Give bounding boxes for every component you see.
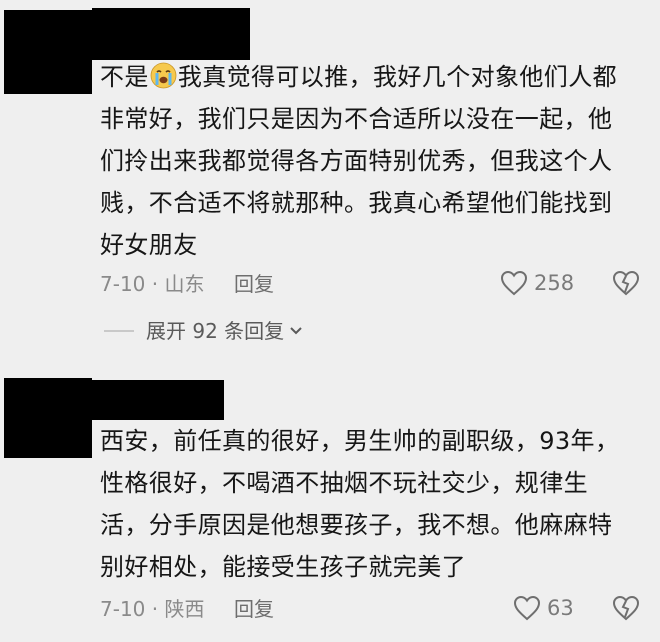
comment-line: 不是 我真觉得可以推，我好几个对象他们人都 [100,56,648,98]
comment-line: 别好相处，能接受生孩子就完美了 [100,553,466,581]
like-count: 63 [547,596,574,620]
crying-face-emoji [150,60,177,89]
like-count: 258 [534,271,575,295]
comment-text: 不是 我真觉得可以推，我好几个对象他们人都 非常好，我们只是因为不合适所以没在一… [100,56,648,266]
comment-line: 非常好，我们只是因为不合适所以没在一起，他 [100,105,613,133]
comment-date: 7-10 [100,597,146,621]
comment-line: 西安，前任真的很好，男生帅的副职级，93年， [100,427,620,455]
comment-text: 西安，前任真的很好，男生帅的副职级，93年， 性格很好，不喝酒不抽烟不玩社交少，… [100,420,648,588]
comment-line: 性格很好，不喝酒不抽烟不玩社交少，规律生 [100,469,588,497]
heart-icon [500,270,528,296]
expand-replies[interactable]: 展开 92 条回复 [104,317,304,345]
redacted-avatar [4,10,92,94]
comment-location: 山东 [164,272,205,296]
comment-line: 活，分手原因是他想要孩子，我不想。他麻麻特 [100,511,613,539]
divider [104,330,134,332]
reply-button[interactable]: 回复 [234,270,274,298]
heart-icon [513,595,541,621]
like-button[interactable]: 258 [500,270,574,296]
redacted-avatar [4,378,92,458]
like-button[interactable]: 63 [513,595,574,621]
comment-location: 陕西 [164,597,205,621]
chevron-down-icon [288,322,304,341]
comment-line: 们拎出来我都觉得各方面特别优秀，但我这个人 [100,147,613,175]
dislike-broken-heart-icon[interactable] [612,595,640,625]
comment-line: 贱，不合适不将就那种。我真心希望他们能找到 [100,189,613,217]
comment-meta: 7-10 · 山东 [100,272,205,296]
comment-date: 7-10 [100,272,146,296]
expand-replies-label: 展开 92 条回复 [146,319,285,343]
dislike-broken-heart-icon[interactable] [612,270,640,300]
comment-meta: 7-10 · 陕西 [100,597,205,621]
redacted-username [92,8,250,60]
comment-line: 好女朋友 [100,231,198,259]
reply-button[interactable]: 回复 [234,595,274,623]
redacted-username [92,380,224,420]
